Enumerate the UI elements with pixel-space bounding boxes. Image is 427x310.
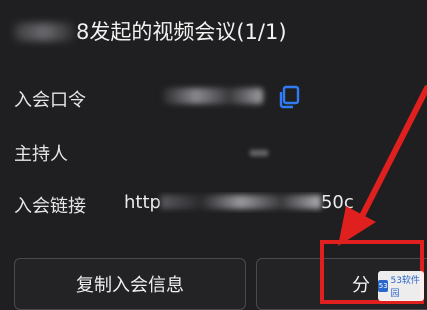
meeting-link-prefix: http [124,192,161,213]
host-label: 主持人 [14,144,68,165]
copy-icon[interactable] [276,84,302,110]
watermark-logo-icon: 53 [378,280,389,292]
meeting-code-value [163,86,263,107]
meeting-title: 8发起的视频会议(1/1) [14,16,287,46]
meeting-link-value[interactable]: http 50c [124,192,424,213]
watermark-text: 53软件园 [390,276,420,299]
host-value [250,150,268,156]
site-watermark: 53 53软件园 [378,271,424,301]
redacted-code [163,88,263,104]
redacted-link [160,195,321,209]
meeting-code-label: 入会口令 [14,90,86,111]
meeting-link-tail: 50c [320,192,354,213]
copy-meeting-info-button[interactable]: 复制入会信息 [14,258,246,310]
redacted-name [14,23,74,41]
meeting-title-text: 8发起的视频会议(1/1) [76,20,287,44]
meeting-link-label: 入会链接 [14,196,86,217]
